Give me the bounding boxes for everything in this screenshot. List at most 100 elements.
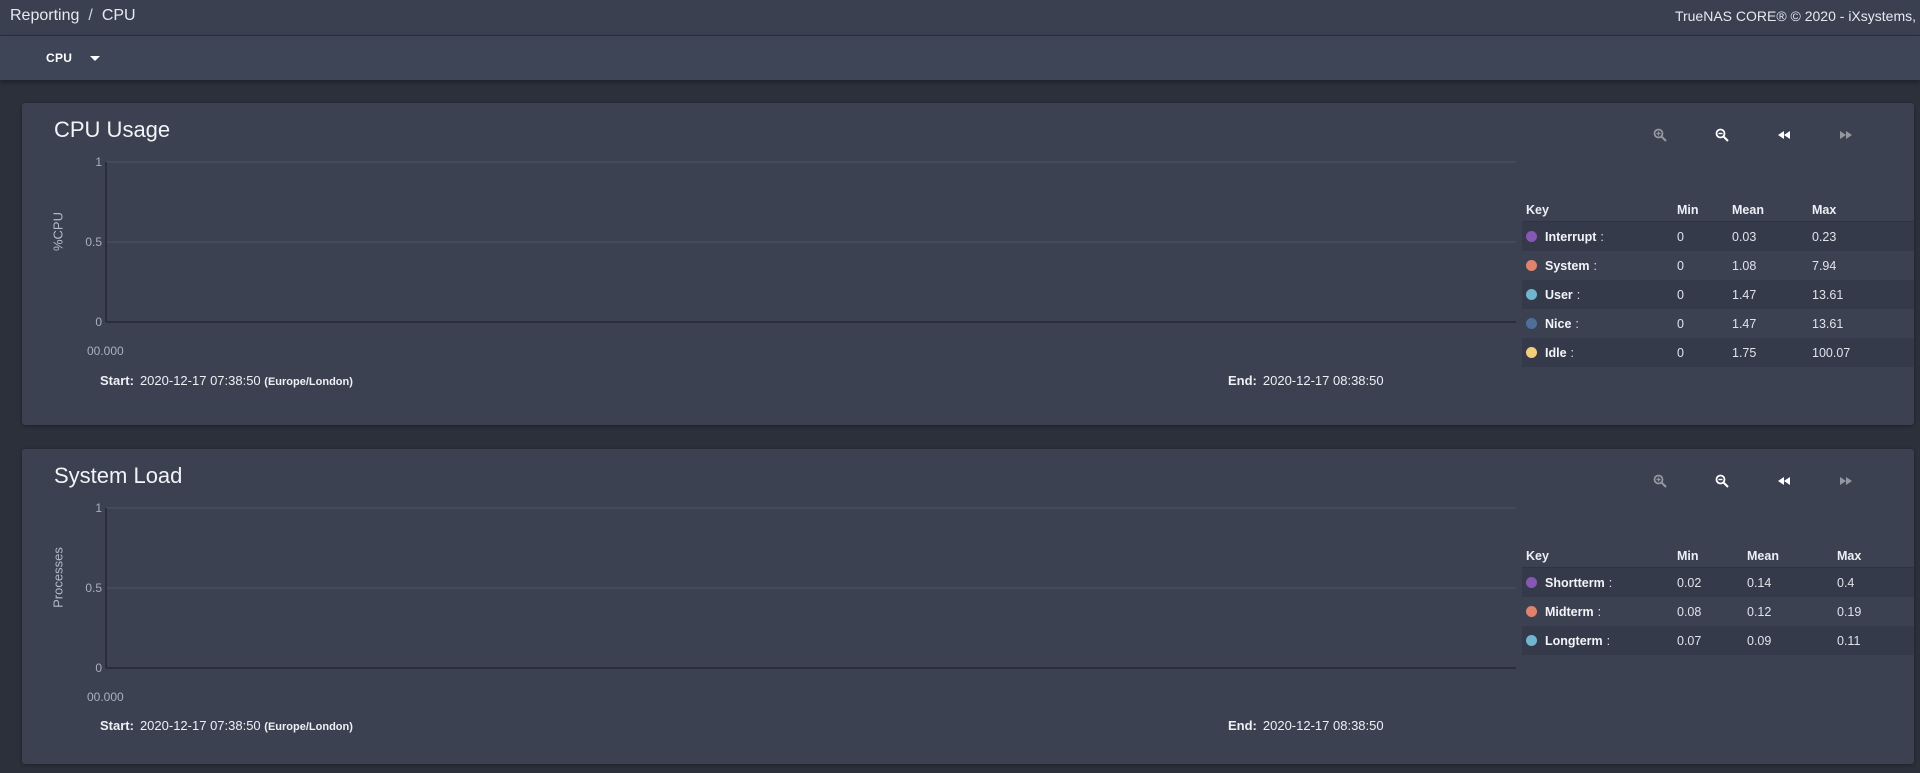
card-title: CPU Usage: [54, 117, 171, 142]
start-label: Start:: [100, 373, 134, 388]
series-name: User: [1545, 287, 1573, 302]
zoom-in-button[interactable]: [1642, 467, 1678, 495]
series-max: 13.61: [1812, 316, 1844, 331]
step-back-button[interactable]: [1766, 121, 1802, 149]
step-forward-button[interactable]: [1828, 121, 1864, 149]
series-color-dot: [1526, 318, 1537, 329]
series-mean: 0.14: [1747, 575, 1772, 590]
legend-header-min: Min: [1677, 548, 1699, 563]
breadcrumb-separator: /: [88, 7, 93, 24]
legend-row: Midterm: 0.08 0.12 0.19: [1522, 597, 1914, 626]
series-mean: 1.75: [1732, 345, 1757, 360]
fast-forward-icon: [1840, 477, 1852, 485]
series-min: 0: [1677, 316, 1684, 331]
start-label: Start:: [100, 718, 134, 733]
end-time: End: 2020-12-17 08:38:50: [1228, 373, 1384, 388]
rewind-icon: [1778, 131, 1790, 139]
series-color-dot: [1526, 347, 1537, 358]
y-tick-label: 0.5: [85, 581, 102, 595]
x-axis-start-label: 00.000: [87, 690, 124, 704]
legend-header-mean: Mean: [1747, 548, 1779, 563]
copyright-text: TrueNAS CORE® © 2020 - iXsystems,: [1674, 8, 1916, 24]
report-type-select[interactable]: CPU: [46, 48, 101, 68]
breadcrumb-reporting[interactable]: Reporting: [10, 7, 79, 24]
zoom-in-icon: [1653, 474, 1667, 488]
y-axis-label: Processes: [50, 547, 66, 608]
system-load-plot: 0 0.5 1: [85, 501, 1516, 675]
breadcrumb-current: CPU: [101, 7, 136, 24]
series-max: 0.23: [1812, 229, 1837, 244]
end-value: 2020-12-17 08:38:50: [1262, 718, 1384, 733]
start-time: Start: 2020-12-17 07:38:50 (Europe/London…: [100, 718, 353, 733]
legend-header-max: Max: [1812, 202, 1837, 217]
legend-row: User: 0 1.47 13.61: [1522, 280, 1914, 309]
cpu-usage-card: CPU Usage %CPU 0 0.5 1 00.000 Start: 2020-1…: [22, 103, 1914, 425]
end-label: End:: [1228, 718, 1257, 733]
step-back-button[interactable]: [1766, 467, 1802, 495]
series-max: 100.07: [1812, 345, 1851, 360]
legend-table: Key Min Mean Max Interrupt: 0 0.03 0.23 …: [1522, 198, 1914, 367]
series-min: 0.07: [1677, 633, 1702, 648]
series-name: Idle: [1545, 345, 1567, 360]
x-axis-start-label: 00.000: [87, 344, 124, 358]
legend-row: Nice: 0 1.47 13.61: [1522, 309, 1914, 338]
legend-header-min: Min: [1677, 202, 1699, 217]
step-forward-button[interactable]: [1828, 467, 1864, 495]
series-name: System: [1545, 258, 1590, 273]
colon: :: [1570, 345, 1575, 360]
legend-header: Key Min Mean Max: [1522, 544, 1914, 568]
colon: :: [1575, 316, 1579, 331]
legend-header: Key Min Mean Max: [1522, 198, 1914, 222]
colon: :: [1593, 258, 1597, 273]
series-min: 0: [1677, 229, 1684, 244]
series-max: 0.19: [1837, 604, 1862, 619]
legend-header-mean: Mean: [1732, 202, 1764, 217]
series-max: 13.61: [1812, 287, 1844, 302]
cpu-usage-svg: 00.51: [85, 155, 1516, 329]
timezone: (Europe/London): [264, 376, 353, 388]
legend-row: Shortterm: 0.02 0.14 0.4: [1522, 568, 1914, 597]
fast-forward-icon: [1840, 131, 1852, 139]
end-label: End:: [1228, 373, 1257, 388]
zoom-in-button[interactable]: [1642, 121, 1678, 149]
zoom-out-button[interactable]: [1704, 121, 1740, 149]
top-bar: Reporting / CPU TrueNAS CORE® © 2020 - iXs…: [0, 0, 1920, 36]
legend-header-key: Key: [1526, 548, 1549, 563]
system-load-svg: 00.51: [85, 501, 1516, 675]
start-time: Start: 2020-12-17 07:38:50 (Europe/London…: [100, 373, 353, 388]
rewind-icon: [1778, 477, 1790, 485]
series-mean: 0.09: [1747, 633, 1772, 648]
end-time: End: 2020-12-17 08:38:50: [1228, 718, 1384, 733]
series-color-dot: [1526, 260, 1537, 271]
series-mean: 1.08: [1732, 258, 1757, 273]
series-mean: 1.47: [1732, 316, 1757, 331]
legend-row: System: 0 1.08 7.94: [1522, 251, 1914, 280]
series-mean: 1.47: [1732, 287, 1757, 302]
series-min: 0.08: [1677, 604, 1702, 619]
series-color-dot: [1526, 577, 1537, 588]
chart-controls: [1642, 467, 1864, 495]
series-max: 7.94: [1812, 258, 1837, 273]
series-name: Midterm: [1545, 604, 1594, 619]
series-max: 0.4: [1837, 575, 1855, 590]
report-toolbar: CPU: [0, 36, 1920, 80]
colon: :: [1576, 287, 1581, 302]
end-value: 2020-12-17 08:38:50: [1262, 373, 1384, 388]
legend-table: Key Min Mean Max Shortterm: 0.02 0.14 0.…: [1522, 544, 1914, 655]
start-value: 2020-12-17 07:38:50: [139, 718, 261, 733]
zoom-out-icon: [1715, 128, 1729, 142]
y-tick-label: 1: [95, 501, 102, 515]
series-color-dot: [1526, 231, 1537, 242]
y-tick-label: 0: [95, 661, 102, 675]
legend-header-key: Key: [1526, 202, 1549, 217]
series-color-dot: [1526, 289, 1537, 300]
series-name: Shortterm: [1545, 575, 1605, 590]
series-min: 0.02: [1677, 575, 1702, 590]
series-min: 0: [1677, 287, 1684, 302]
start-value: 2020-12-17 07:38:50: [139, 373, 261, 388]
chart-controls: [1642, 121, 1864, 149]
zoom-out-button[interactable]: [1704, 467, 1740, 495]
series-color-dot: [1526, 635, 1537, 646]
timezone: (Europe/London): [264, 721, 353, 733]
card-title: System Load: [54, 463, 183, 488]
